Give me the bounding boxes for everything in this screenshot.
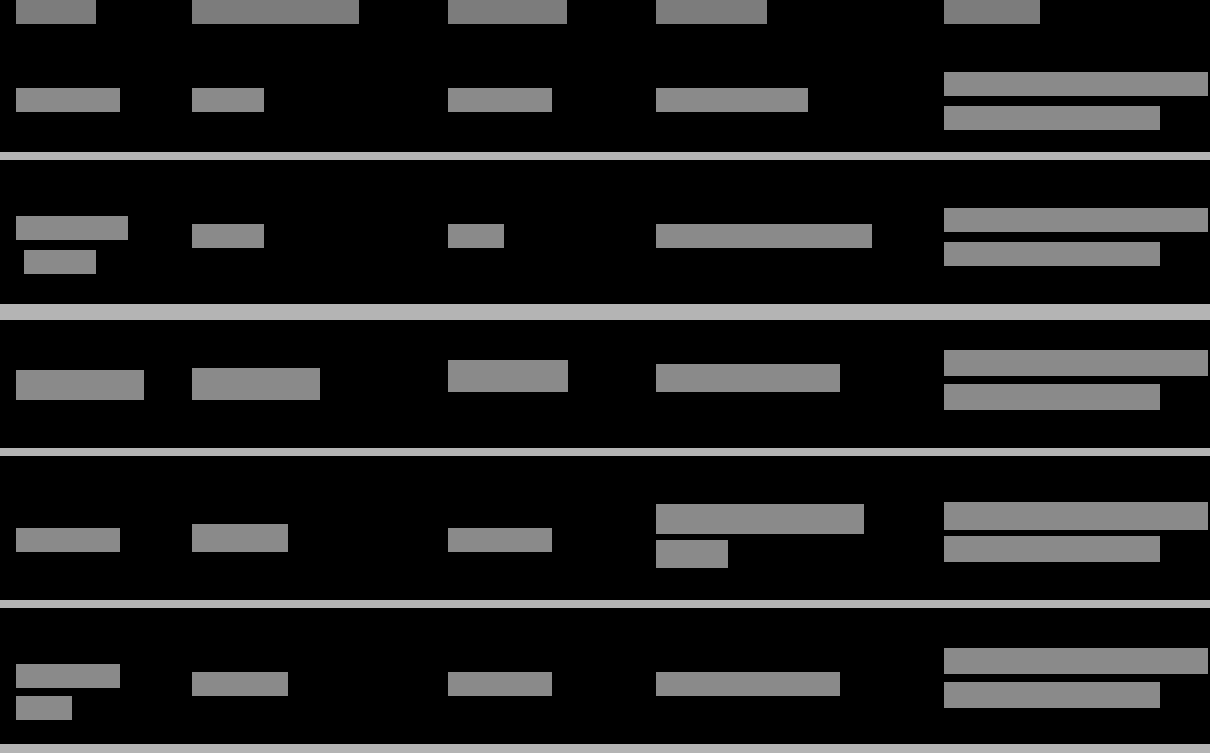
cell-col-1 — [16, 216, 128, 240]
cell-col-2 — [192, 224, 264, 248]
cell-col-3 — [448, 360, 568, 392]
cell-col-5-line-2 — [944, 242, 1160, 266]
table-row — [0, 196, 1210, 304]
cell-col-2 — [192, 88, 264, 112]
column-header-1 — [16, 0, 96, 24]
cell-col-4 — [656, 672, 840, 696]
cell-col-4 — [656, 88, 808, 112]
cell-col-5 — [944, 72, 1208, 96]
cell-col-5 — [944, 208, 1208, 232]
column-header-2 — [192, 0, 359, 24]
cell-col-1-line-2 — [24, 250, 96, 274]
column-header-5 — [944, 0, 1040, 24]
cell-col-5 — [944, 648, 1208, 674]
cell-col-5-line-2 — [944, 682, 1160, 708]
cell-col-5 — [944, 350, 1208, 376]
cell-col-3 — [448, 88, 552, 112]
cell-col-3 — [448, 224, 504, 248]
cell-col-1 — [16, 88, 120, 112]
cell-col-2 — [192, 524, 288, 552]
row-divider — [0, 304, 1210, 320]
cell-col-5-line-2 — [944, 106, 1160, 130]
cell-col-1-line-2 — [16, 696, 72, 720]
cell-col-5 — [944, 502, 1208, 530]
cell-col-3 — [448, 672, 552, 696]
cell-col-4-line-2 — [656, 540, 728, 568]
cell-col-5-line-2 — [944, 536, 1160, 562]
row-divider — [0, 448, 1210, 456]
table-row — [0, 320, 1210, 448]
cell-col-1 — [16, 370, 144, 400]
table-header — [0, 0, 1210, 24]
row-divider — [0, 744, 1210, 753]
redacted-table — [0, 0, 1210, 753]
column-header-4 — [656, 0, 767, 24]
cell-col-1 — [16, 664, 120, 688]
cell-col-4 — [656, 224, 872, 248]
cell-col-1 — [16, 528, 120, 552]
cell-col-2 — [192, 368, 320, 400]
cell-col-4 — [656, 364, 840, 392]
table-row — [0, 608, 1210, 744]
row-divider — [0, 600, 1210, 608]
row-divider — [0, 152, 1210, 160]
column-header-3 — [448, 0, 567, 24]
cell-col-4 — [656, 504, 864, 534]
table-row — [0, 60, 1210, 152]
cell-col-3 — [448, 528, 552, 552]
table-row — [0, 456, 1210, 600]
cell-col-5-line-2 — [944, 384, 1160, 410]
cell-col-2 — [192, 672, 288, 696]
